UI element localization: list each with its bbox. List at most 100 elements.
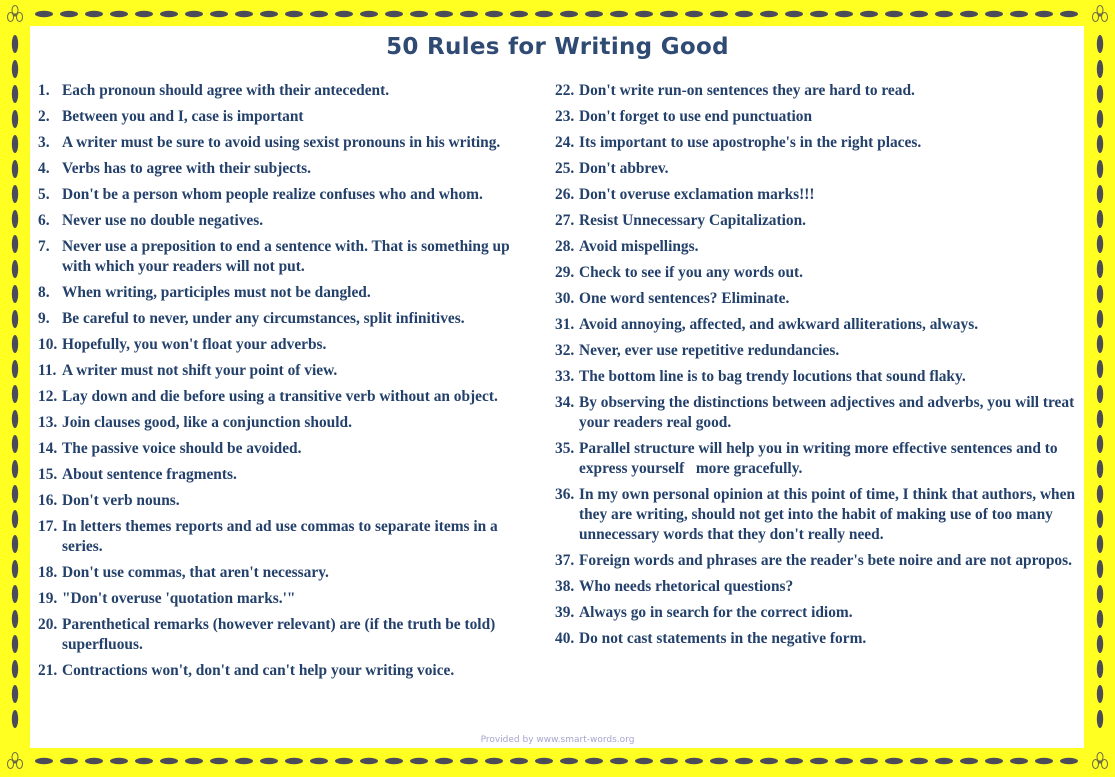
border-dash [1096, 510, 1104, 528]
rule-text: Do not cast statements in the negative f… [579, 630, 867, 647]
border-dash [885, 10, 903, 18]
border-dash [135, 10, 153, 18]
border-dash [935, 757, 953, 765]
border-dash [610, 757, 628, 765]
flower-icon [1092, 5, 1108, 22]
rule-item: 5. Don't be a person whom people realize … [38, 185, 538, 205]
border-dash [760, 757, 778, 765]
border-dash [11, 485, 19, 503]
border-dash [785, 10, 803, 18]
rule-number: 18. [38, 564, 58, 581]
border-dash [535, 10, 553, 18]
border-dash [435, 757, 453, 765]
border-dash [1096, 110, 1104, 128]
rule-text: Each pronoun should agree with their ant… [62, 82, 390, 99]
border-dash [285, 10, 303, 18]
rule-number: 19. [38, 590, 58, 607]
border-dash [860, 757, 878, 765]
rule-text: The passive voice should be avoided. [62, 440, 302, 457]
border-dash [935, 10, 953, 18]
rule-item: 15. About sentence fragments. [38, 465, 538, 485]
border-dash [11, 85, 19, 103]
rule-number: 35. [555, 440, 575, 457]
rule-text: When writing, participles must not be da… [62, 284, 371, 301]
border-dash [210, 757, 228, 765]
border-dash [85, 10, 103, 18]
rule-item: 34. By observing the distinctions between… [555, 393, 1095, 433]
border-dash [1096, 660, 1104, 678]
border-dash [11, 160, 19, 178]
rules-column-left: 1. Each pronoun should agree with their a… [38, 81, 538, 687]
border-dash [1060, 10, 1078, 18]
border-dash [185, 10, 203, 18]
border-dash [1096, 385, 1104, 403]
border-dash [260, 757, 278, 765]
rule-number: 23. [555, 108, 575, 125]
rule-item: 1. Each pronoun should agree with their a… [38, 81, 538, 101]
rule-item: 17. In letters themes reports and ad use … [38, 517, 538, 557]
border-dash [1096, 610, 1104, 628]
border-dash [1010, 757, 1028, 765]
border-dash [1096, 485, 1104, 503]
rule-text: Foreign words and phrases are the reader… [579, 552, 1072, 569]
border-dash [610, 10, 628, 18]
rule-item: 8. When writing, participles must not be … [38, 283, 538, 303]
rule-item: 27. Resist Unnecessary Capitalization. [555, 211, 1095, 231]
border-dash [11, 135, 19, 153]
rule-text: Parenthetical remarks (however relevant)… [62, 616, 500, 653]
border-dash [1096, 85, 1104, 103]
rule-number: 32. [555, 342, 575, 359]
rules-column-right: 22. Don't write run-on sentences they are… [555, 81, 1095, 655]
rule-number: 2. [38, 108, 50, 125]
rule-text: Never use no double negatives. [62, 212, 264, 229]
border-dash [735, 757, 753, 765]
page-title: 50 Rules for Writing Good [386, 34, 729, 60]
rule-number: 22. [555, 82, 575, 99]
rule-text: Always go in search for the correct idio… [579, 604, 853, 621]
rule-number: 37. [555, 552, 575, 569]
rule-number: 20. [38, 616, 58, 633]
border-dash [335, 757, 353, 765]
border-dash [1010, 10, 1028, 18]
border-dash [11, 685, 19, 703]
border-dash [1096, 635, 1104, 653]
rule-text: Don't write run-on sentences they are ha… [579, 82, 915, 99]
border-dash [460, 757, 478, 765]
rule-number: 31. [555, 316, 575, 333]
rule-text: Verbs has to agree with their subjects. [62, 160, 311, 177]
border-dash [1096, 310, 1104, 328]
rule-number: 34. [555, 394, 575, 411]
rule-text: In letters themes reports and ad use com… [62, 518, 502, 555]
rule-number: 33. [555, 368, 575, 385]
rule-item: 7. Never use a preposition to end a sente… [38, 237, 538, 277]
border-dash [85, 757, 103, 765]
footer-credit: Provided by www.smart-words.org [480, 735, 635, 745]
border-dash [11, 710, 19, 728]
rule-number: 28. [555, 238, 575, 255]
border-dash [11, 60, 19, 78]
rule-text: In my own personal opinion at this point… [579, 486, 1079, 543]
border-dash [485, 10, 503, 18]
border-dash [11, 110, 19, 128]
flower-icon [7, 752, 23, 769]
border-dash [960, 757, 978, 765]
rule-item: 39. Always go in search for the correct i… [555, 603, 1095, 623]
rule-text: Don't verb nouns. [62, 492, 180, 509]
rule-text: Don't overuse exclamation marks!!! [579, 186, 815, 203]
border-dash [635, 757, 653, 765]
flower-icon [7, 5, 23, 22]
border-dash [510, 757, 528, 765]
rule-text: "Don't overuse 'quotation marks.'" [62, 590, 296, 607]
border-dash [735, 10, 753, 18]
rule-text: Avoid mispellings. [579, 238, 699, 255]
rule-text: Who needs rhetorical questions? [579, 578, 794, 595]
border-dash [11, 210, 19, 228]
border-dash [360, 757, 378, 765]
border-dash [1060, 757, 1078, 765]
rule-number: 15. [38, 466, 58, 483]
rule-item: 31. Avoid annoying, affected, and awkward… [555, 315, 1095, 335]
border-dash [785, 757, 803, 765]
border-dash [410, 757, 428, 765]
rule-number: 8. [38, 284, 50, 301]
border-dash [385, 10, 403, 18]
